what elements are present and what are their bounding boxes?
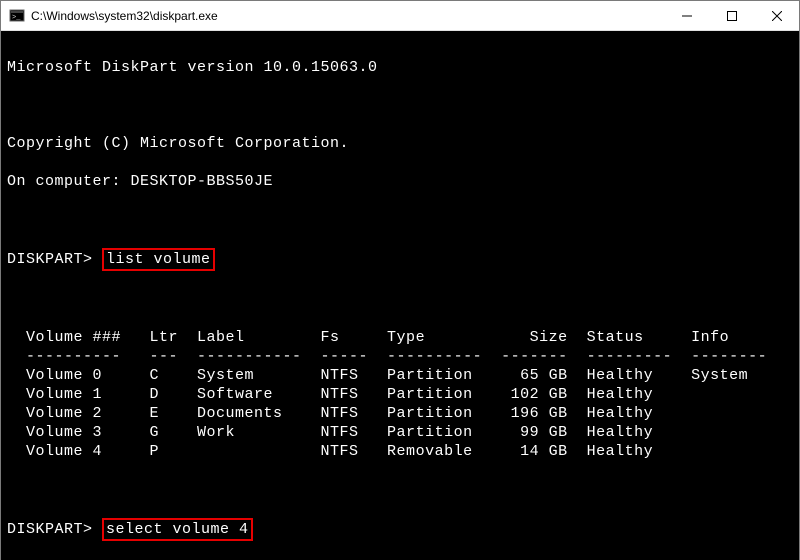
- prompt: DISKPART>: [7, 521, 93, 538]
- prompt-line-1: DISKPART> list volume: [7, 248, 793, 271]
- app-window: >_ C:\Windows\system32\diskpart.exe Micr…: [0, 0, 800, 560]
- prompt: DISKPART>: [7, 251, 93, 268]
- svg-text:>_: >_: [12, 14, 21, 22]
- blank-line: [7, 480, 793, 499]
- terminal-body[interactable]: Microsoft DiskPart version 10.0.15063.0 …: [1, 31, 799, 560]
- maximize-button[interactable]: [709, 1, 754, 31]
- minimize-button[interactable]: [664, 1, 709, 31]
- table-row: Volume 2 E Documents NTFS Partition 196 …: [7, 404, 793, 423]
- table-row: Volume 4 P NTFS Removable 14 GB Healthy: [7, 442, 793, 461]
- copyright-line: Copyright (C) Microsoft Corporation.: [7, 134, 793, 153]
- prompt-line-2: DISKPART> select volume 4: [7, 518, 793, 541]
- command-highlight-1: list volume: [102, 248, 215, 271]
- version-line: Microsoft DiskPart version 10.0.15063.0: [7, 58, 793, 77]
- volume-table: Volume ### Ltr Label Fs Type Size Status…: [7, 328, 793, 461]
- command-highlight-2: select volume 4: [102, 518, 253, 541]
- titlebar[interactable]: >_ C:\Windows\system32\diskpart.exe: [1, 1, 799, 31]
- blank-line: [7, 290, 793, 309]
- table-row: Volume ### Ltr Label Fs Type Size Status…: [7, 328, 793, 347]
- computer-line: On computer: DESKTOP-BBS50JE: [7, 172, 793, 191]
- window-title: C:\Windows\system32\diskpart.exe: [31, 9, 664, 23]
- app-icon: >_: [9, 8, 25, 24]
- window-controls: [664, 1, 799, 30]
- blank-line: [7, 96, 793, 115]
- table-row: Volume 1 D Software NTFS Partition 102 G…: [7, 385, 793, 404]
- table-row: Volume 0 C System NTFS Partition 65 GB H…: [7, 366, 793, 385]
- blank-line: [7, 210, 793, 229]
- close-button[interactable]: [754, 1, 799, 31]
- table-row: Volume 3 G Work NTFS Partition 99 GB Hea…: [7, 423, 793, 442]
- table-row: ---------- --- ----------- ----- -------…: [7, 347, 793, 366]
